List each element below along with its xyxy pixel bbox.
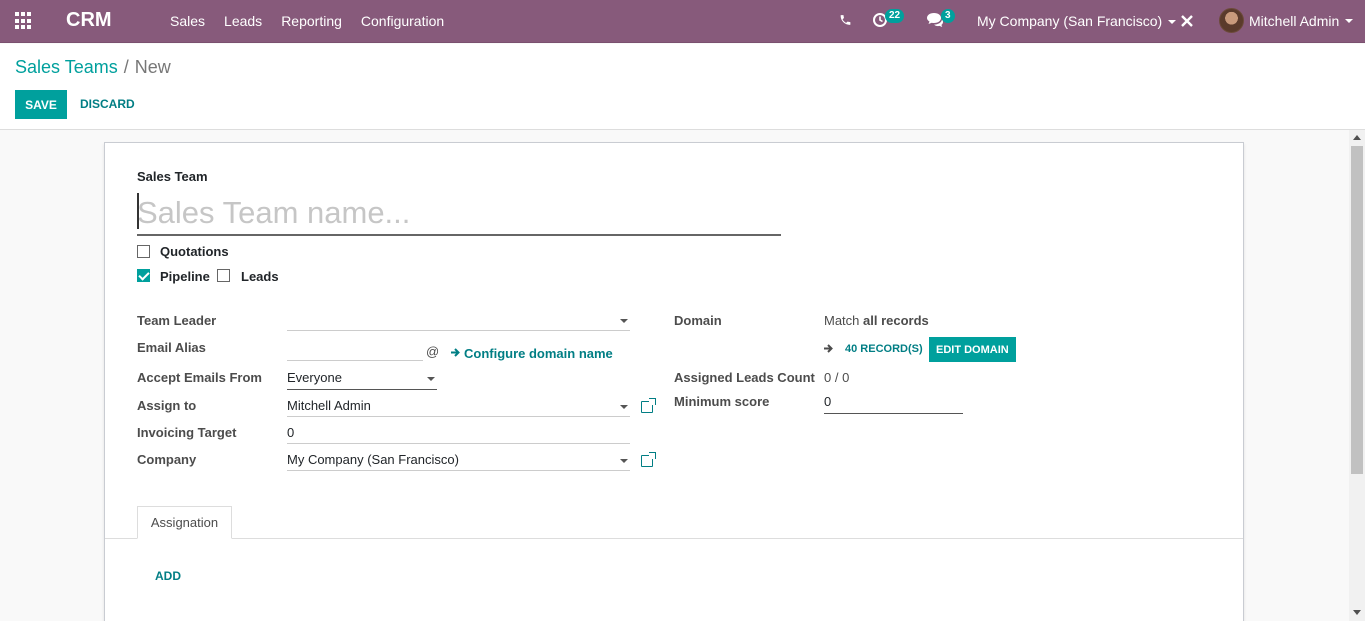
user-menu[interactable]: Mitchell Admin: [1219, 8, 1354, 33]
debug-tools-icon[interactable]: [1180, 14, 1194, 28]
minimum-score-value: 0: [824, 394, 832, 409]
domain-match-value: all records: [863, 313, 929, 328]
sales-team-label: Sales Team: [137, 169, 208, 184]
chevron-down-icon: [620, 405, 628, 409]
invoicing-target-input[interactable]: 0: [287, 424, 630, 444]
minimum-score-label: Minimum score: [674, 394, 770, 409]
company-label: Company: [137, 452, 197, 467]
accept-emails-label: Accept Emails From: [137, 370, 262, 385]
scroll-up-arrow-icon[interactable]: [1353, 135, 1361, 140]
text-cursor: [137, 193, 139, 229]
tabs-divider: [105, 538, 1243, 539]
scrollbar-thumb[interactable]: [1351, 146, 1363, 474]
email-alias-input[interactable]: [287, 341, 423, 361]
scroll-down-arrow-icon[interactable]: [1353, 610, 1361, 615]
domain-label: Domain: [674, 313, 722, 328]
invoicing-target-value: 0: [287, 425, 295, 440]
apps-menu-icon[interactable]: [15, 12, 33, 30]
avatar: [1219, 8, 1244, 33]
company-switcher[interactable]: My Company (San Francisco): [977, 13, 1177, 29]
pipeline-checkbox[interactable]: [137, 269, 150, 282]
external-link-icon[interactable]: [641, 398, 656, 413]
control-panel: Sales Teams / New Save Discard: [0, 44, 1365, 130]
breadcrumb: Sales Teams / New: [15, 57, 171, 78]
invoicing-target-label: Invoicing Target: [137, 425, 237, 440]
activity-count-badge: 22: [885, 9, 905, 23]
add-line-button[interactable]: Add: [155, 569, 181, 583]
pipeline-label: Pipeline: [160, 269, 210, 284]
company-value: My Company (San Francisco): [287, 452, 459, 467]
top-navbar: CRM Sales Leads Reporting Configuration …: [0, 0, 1365, 43]
email-alias-label: Email Alias: [137, 340, 206, 355]
team-leader-label: Team Leader: [137, 313, 217, 328]
minimum-score-input[interactable]: 0: [824, 393, 963, 414]
leads-checkbox[interactable]: [217, 269, 230, 282]
quotations-checkbox[interactable]: [137, 245, 150, 258]
breadcrumb-sales-teams[interactable]: Sales Teams: [15, 57, 118, 77]
domain-match-text: Match all records: [824, 313, 929, 328]
breadcrumb-separator: /: [123, 57, 129, 77]
leads-label: Leads: [241, 269, 279, 284]
chevron-down-icon: [620, 459, 628, 463]
company-switcher-label: My Company (San Francisco): [977, 13, 1163, 29]
arrow-right-icon: [824, 344, 833, 353]
menu-item-leads[interactable]: Leads: [224, 13, 262, 29]
arrow-right-icon: [451, 348, 460, 357]
form-sheet: Sales Team Quotations Pipeline Leads Tea…: [104, 142, 1244, 621]
phone-icon[interactable]: [839, 13, 852, 27]
assign-to-value: Mitchell Admin: [287, 398, 371, 413]
chevron-down-icon: [427, 377, 435, 381]
menu-item-reporting[interactable]: Reporting: [281, 13, 342, 29]
menu-item-configuration[interactable]: Configuration: [361, 13, 444, 29]
assigned-leads-value: 0 / 0: [824, 370, 850, 385]
menu-item-sales[interactable]: Sales: [170, 13, 205, 29]
sales-team-name-input[interactable]: [137, 191, 781, 236]
domain-records-link[interactable]: 40 RECORD(S): [845, 343, 923, 355]
assign-to-select[interactable]: Mitchell Admin: [287, 397, 630, 417]
save-button[interactable]: Save: [15, 90, 67, 119]
user-name: Mitchell Admin: [1249, 12, 1340, 29]
assigned-leads-label: Assigned Leads Count: [674, 370, 815, 385]
main-menu: Sales Leads Reporting Configuration: [170, 13, 463, 29]
assign-to-label: Assign to: [137, 398, 197, 413]
accept-emails-value: Everyone: [287, 370, 342, 385]
chevron-down-icon: [620, 319, 628, 323]
chevron-down-icon: [1345, 18, 1354, 23]
tab-assignation[interactable]: Assignation: [137, 506, 232, 539]
team-leader-select[interactable]: [287, 311, 630, 331]
at-sign: @: [426, 344, 440, 359]
discard-button[interactable]: Discard: [80, 97, 135, 111]
chevron-down-icon: [1168, 20, 1177, 25]
quotations-label: Quotations: [160, 244, 229, 259]
app-brand[interactable]: CRM: [66, 9, 112, 32]
message-count-badge: 3: [941, 9, 955, 23]
breadcrumb-current: New: [134, 57, 171, 77]
company-select[interactable]: My Company (San Francisco): [287, 451, 630, 471]
external-link-icon[interactable]: [641, 452, 656, 467]
accept-emails-select[interactable]: Everyone: [287, 369, 437, 390]
domain-match-prefix: Match: [824, 313, 860, 328]
edit-domain-button[interactable]: Edit Domain: [929, 337, 1016, 362]
configure-domain-link[interactable]: Configure domain name: [464, 346, 613, 361]
